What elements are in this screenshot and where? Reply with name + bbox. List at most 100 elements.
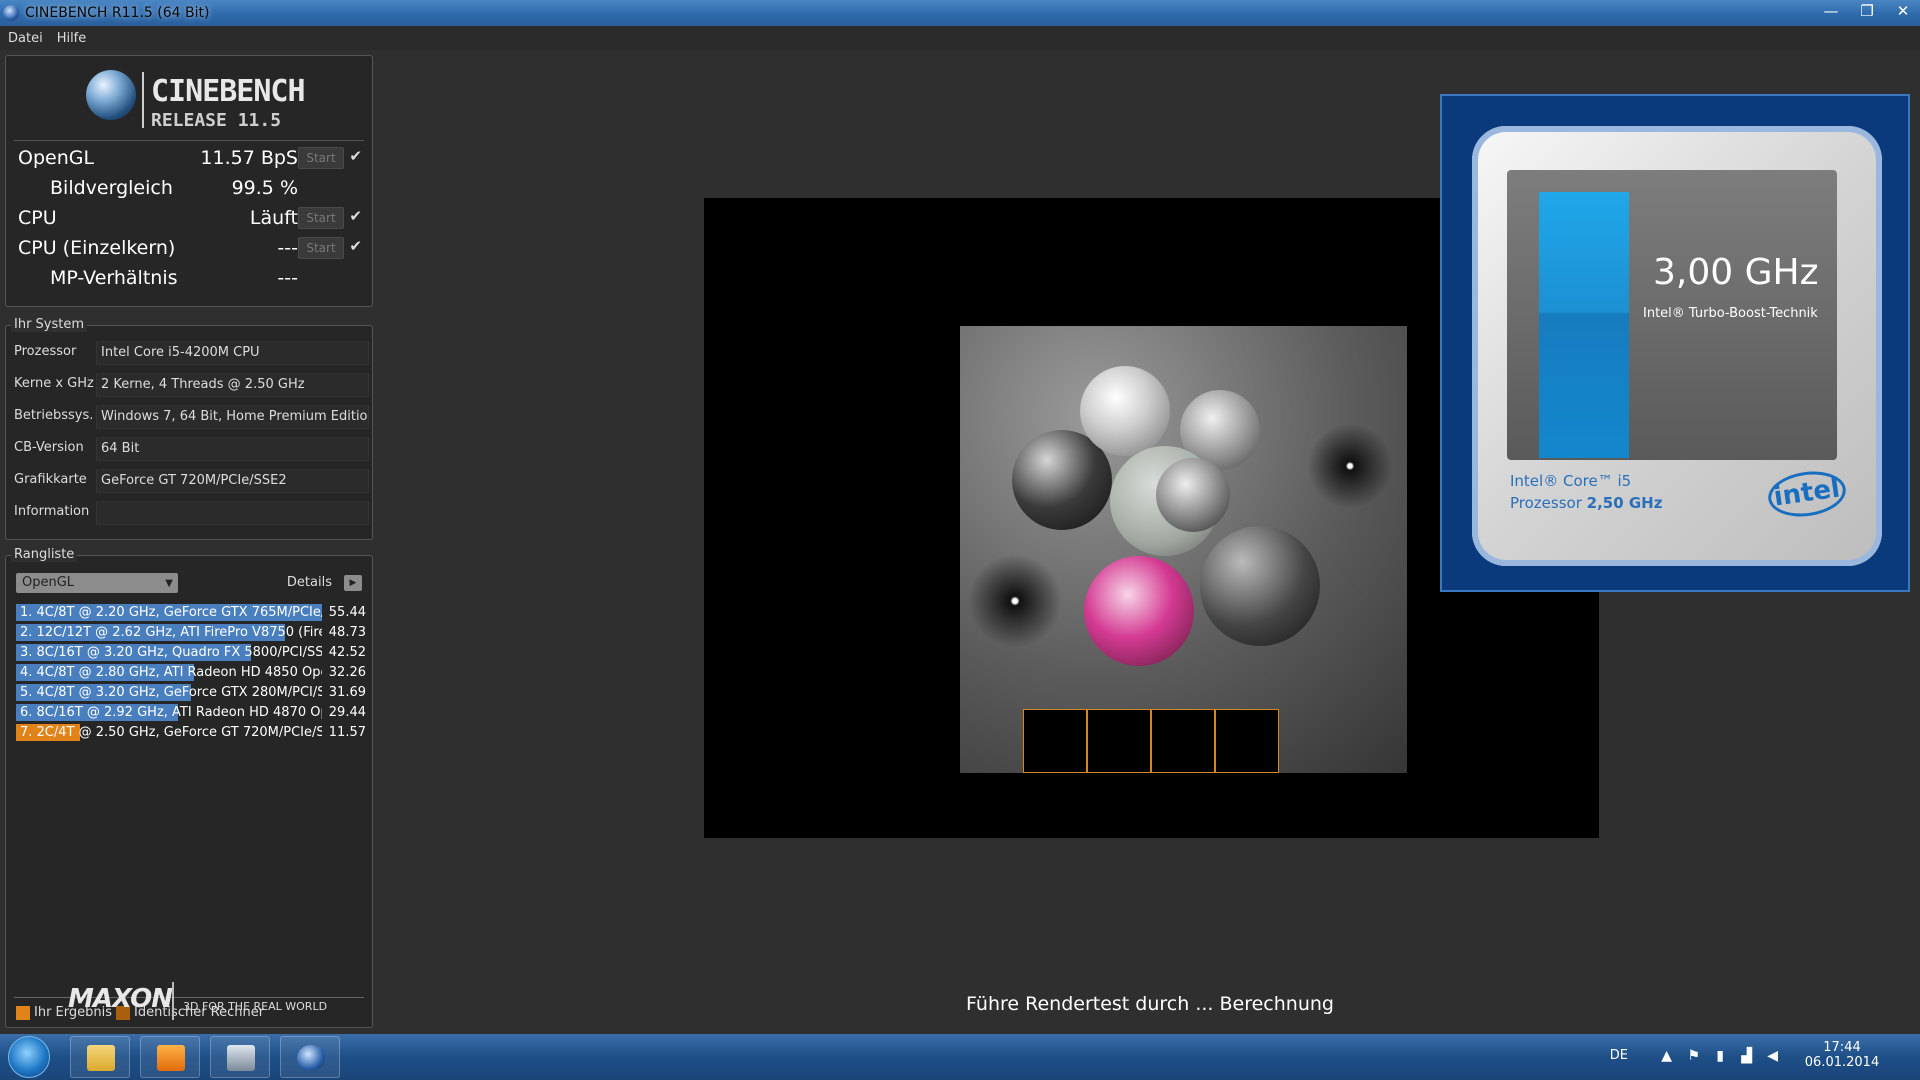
ranking-text: 5. 4C/8T @ 3.20 GHz, GeForce GTX 280M/PC… [20,685,322,700]
ranking-score: 42.52 [328,645,366,660]
volume-icon[interactable]: ◀ [1767,1048,1778,1064]
bench-label: MP-Verhältnis [50,267,178,289]
checkmark-icon[interactable]: ✔ [349,237,362,255]
cinebench-icon [297,1045,325,1071]
ranking-row[interactable]: 1. 4C/8T @ 2.20 GHz, GeForce GTX 765M/PC… [16,603,366,622]
bench-label: Bildvergleich [50,177,173,199]
explorer-taskbar-button[interactable] [70,1036,130,1078]
taskbar: DE ▲ ⚑ ▮ ▟ ◀ 17:44 06.01.2014 [0,1034,1920,1080]
start-button[interactable]: Start [298,147,344,169]
menu-datei[interactable]: Datei [8,31,43,46]
system-value-field: GeForce GT 720M/PCIe/SSE2 [96,469,369,493]
system-tray: DE ▲ ⚑ ▮ ▟ ◀ 17:44 06.01.2014 [1572,1034,1912,1080]
turbo-label: Intel® Turbo-Boost-Technik [1643,306,1818,321]
battery-icon[interactable]: ▮ [1716,1048,1724,1064]
flag-icon[interactable]: ⚑ [1687,1048,1700,1064]
cinebench-sphere-icon [86,70,136,120]
bench-value: --- [277,267,298,289]
bench-label: CPU (Einzelkern) [18,237,176,259]
system-panel: Ihr System Prozessor Intel Core i5-4200M … [5,317,373,540]
cinebench-taskbar-button[interactable] [280,1036,340,1078]
bench-label: CPU [18,207,57,229]
bench-row: CPU Läuft Start ✔ [14,204,366,232]
ranking-legend: Rangliste [11,547,78,562]
ranking-row[interactable]: 6. 8C/16T @ 2.92 GHz, ATI Radeon HD 4870… [16,703,366,722]
system-value-field: Intel Core i5-4200M CPU [96,341,369,365]
bench-value: 99.5 % [231,177,298,199]
turbo-ghz: 3,00 GHz [1653,252,1819,293]
ranking-score: 48.73 [328,625,366,640]
ranking-text: 7. 2C/4T @ 2.50 GHz, GeForce GT 720M/PCI… [20,725,322,740]
ranking-score: 11.57 [328,725,366,740]
intel-screen: 3,00 GHz Intel® Turbo-Boost-Technik [1507,170,1837,460]
media-player-icon [157,1045,185,1071]
bench-value: --- [277,237,298,259]
ranking-row[interactable]: 3. 8C/16T @ 3.20 GHz, Quadro FX 5800/PCI… [16,643,366,662]
cinebench-app-icon [3,5,19,21]
chevron-down-icon: ▼ [165,578,173,589]
ranking-panel: Rangliste OpenGL ▼ Details ▶ 1. 4C/8T @ 2… [5,547,373,1028]
start-button[interactable] [8,1036,50,1078]
ranking-text: 3. 8C/16T @ 3.20 GHz, Quadro FX 5800/PCI… [20,645,322,660]
clock[interactable]: 17:44 06.01.2014 [1802,1040,1882,1070]
system-value-field: Windows 7, 64 Bit, Home Premium Edition … [96,405,369,429]
ranking-row[interactable]: 7. 2C/4T @ 2.50 GHz, GeForce GT 720M/PCI… [16,723,366,742]
network-icon[interactable]: ▟ [1741,1048,1752,1064]
ranking-score: 31.69 [328,685,366,700]
system-label: Betriebssys. [14,408,94,423]
system-value-field: 64 Bit [96,437,369,461]
bench-value: Läuft [249,207,298,229]
ranking-row[interactable]: 4. 4C/8T @ 2.80 GHz, ATI Radeon HD 4850 … [16,663,366,682]
main-area: CINEBENCH RELEASE 11.5 OpenGL 11.57 BpS St… [0,50,1920,1034]
monitor-icon [227,1045,255,1071]
monitor-taskbar-button[interactable] [210,1036,270,1078]
details-arrow-button[interactable]: ▶ [344,575,362,591]
title-bar: CINEBENCH R11.5 (64 Bit) — ❐ ✕ [0,0,1920,26]
ranking-text: 2. 12C/12T @ 2.62 GHz, ATI FirePro V8750… [20,625,322,640]
maximize-button[interactable]: ❐ [1854,0,1880,22]
logo-name: CINEBENCH [151,74,306,109]
intel-proc-label: Prozessor 2,50 GHz [1510,494,1663,512]
media-player-taskbar-button[interactable] [140,1036,200,1078]
cinebench-logo: CINEBENCH RELEASE 11.5 [86,66,306,132]
system-label: Kerne x GHz [14,376,94,391]
checkmark-icon[interactable]: ✔ [349,207,362,225]
status-text: Führe Rendertest durch ... Berechnung [966,993,1334,1015]
details-label[interactable]: Details [287,575,332,590]
show-hidden-icons-icon[interactable]: ▲ [1661,1048,1672,1064]
intel-logo: intel [1765,466,1849,522]
turbo-gauge [1539,192,1629,458]
system-value-field[interactable] [96,501,369,525]
close-button[interactable]: ✕ [1890,0,1916,22]
ranking-text: 6. 8C/16T @ 2.92 GHz, ATI Radeon HD 4870… [20,705,322,720]
ranking-score: 29.44 [328,705,366,720]
system-row: Information [14,498,369,526]
ranking-score: 32.26 [328,665,366,680]
ranking-row[interactable]: 2. 12C/12T @ 2.62 GHz, ATI FirePro V8750… [16,623,366,642]
system-label: Prozessor [14,344,77,359]
minimize-button[interactable]: — [1818,0,1844,22]
menu-hilfe[interactable]: Hilfe [57,31,87,46]
benchmark-panel: CINEBENCH RELEASE 11.5 OpenGL 11.57 BpS St… [5,55,373,307]
ranking-text: 4. 4C/8T @ 2.80 GHz, ATI Radeon HD 4850 … [20,665,322,680]
system-row: Kerne x GHz 2 Kerne, 4 Threads @ 2.50 GHz [14,370,369,398]
menu-bar: Datei Hilfe [0,26,1920,50]
ranking-row[interactable]: 5. 4C/8T @ 3.20 GHz, GeForce GTX 280M/PC… [16,683,366,702]
language-indicator[interactable]: DE [1610,1048,1628,1063]
bench-row: OpenGL 11.57 BpS Start ✔ [14,144,366,172]
system-label: Information [14,504,90,519]
system-row: CB-Version 64 Bit [14,434,369,462]
start-button[interactable]: Start [298,207,344,229]
maxon-tagline: 3D FOR THE REAL WORLD [183,1000,328,1013]
start-button[interactable]: Start [298,237,344,259]
checkmark-icon[interactable]: ✔ [349,147,362,165]
system-row: Betriebssys. Windows 7, 64 Bit, Home Prem… [14,402,369,430]
clock-date: 06.01.2014 [1804,1055,1880,1070]
system-label: CB-Version [14,440,84,455]
ranking-dropdown-value: OpenGL [22,575,75,590]
maxon-name: MAXON [68,984,173,1014]
bench-value: 11.57 BpS [200,147,298,169]
mine-swatch [16,1005,30,1020]
ranking-dropdown[interactable]: OpenGL ▼ [16,573,178,593]
window-title: CINEBENCH R11.5 (64 Bit) [25,5,210,21]
